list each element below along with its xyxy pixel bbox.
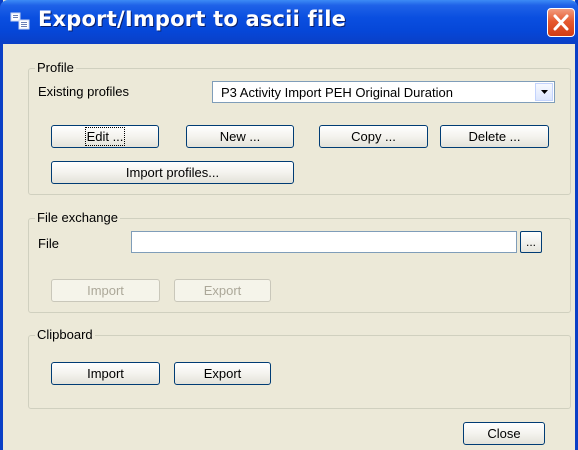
file-exchange-group-legend: File exchange <box>35 210 120 225</box>
clipboard-group-legend: Clipboard <box>35 327 95 342</box>
browse-file-button[interactable]: ... <box>520 231 542 253</box>
close-icon <box>553 14 569 31</box>
clipboard-export-button[interactable]: Export <box>174 362 271 385</box>
new-profile-label: New ... <box>219 129 261 144</box>
window-title: Export/Import to ascii file <box>38 7 347 31</box>
profile-group-legend: Profile <box>35 60 76 75</box>
close-button[interactable]: Close <box>463 422 545 445</box>
file-label: File <box>38 236 59 251</box>
copy-profile-label: Copy ... <box>351 129 396 144</box>
clipboard-export-label: Export <box>203 366 242 381</box>
file-import-label: Import <box>87 283 124 298</box>
delete-profile-button[interactable]: Delete ... <box>440 125 549 148</box>
selected-profile-value: P3 Activity Import PEH Original Duration <box>221 85 453 100</box>
file-import-button[interactable]: Import <box>51 279 160 302</box>
delete-profile-label: Delete ... <box>468 129 521 144</box>
title-bar[interactable]: Export/Import to ascii file <box>0 0 578 44</box>
app-icon <box>10 12 30 30</box>
edit-profile-button[interactable]: Edit ... <box>51 125 159 148</box>
copy-profile-button[interactable]: Copy ... <box>319 125 428 148</box>
file-export-label: Export <box>203 283 242 298</box>
existing-profiles-label: Existing profiles <box>38 84 130 99</box>
existing-profiles-dropdown[interactable]: P3 Activity Import PEH Original Duration <box>212 81 555 103</box>
clipboard-import-label: Import <box>87 366 124 381</box>
close-window-button[interactable] <box>547 8 575 37</box>
export-import-dialog: Export/Import to ascii file Profile Exis… <box>0 0 578 450</box>
new-profile-button[interactable]: New ... <box>186 125 294 148</box>
browse-file-label: ... <box>525 235 536 249</box>
dropdown-arrow[interactable] <box>535 83 553 101</box>
clipboard-import-button[interactable]: Import <box>51 362 160 385</box>
file-export-button[interactable]: Export <box>174 279 271 302</box>
file-path-input[interactable] <box>131 231 517 253</box>
close-button-label: Close <box>487 426 521 441</box>
import-profiles-button[interactable]: Import profiles... <box>51 161 294 184</box>
import-profiles-label: Import profiles... <box>125 165 220 180</box>
chevron-down-icon <box>541 90 548 94</box>
edit-profile-label: Edit ... <box>84 127 126 146</box>
